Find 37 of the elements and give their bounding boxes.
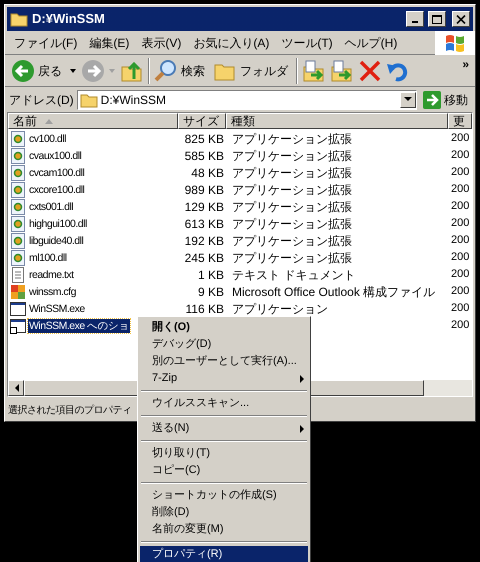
size-cell-text: 613 KB <box>184 216 225 232</box>
type-cell-text: アプリケーション拡張 <box>231 148 353 164</box>
date-cell-text: 200 <box>450 199 470 214</box>
window-title: D:¥WinSSM <box>32 10 106 28</box>
date-cell-text: 200 <box>450 250 470 266</box>
size-cell-text: 192 KB <box>184 232 225 250</box>
type-cell-text: アプリケーション拡張 <box>231 216 353 232</box>
date-cell-text: 200 <box>450 284 470 300</box>
size-cell-text: 989 KB <box>184 182 225 198</box>
type-cell-text: アプリケーション拡張 <box>231 164 353 182</box>
date-cell-text: 200 <box>450 233 470 248</box>
date-cell-text: 200 <box>450 301 470 316</box>
type-cell-text: アプリケーション拡張 <box>231 198 353 216</box>
type-cell-text: Microsoft Office Outlook 構成ファイル <box>231 284 436 300</box>
type-cell-text: アプリケーション <box>231 300 329 318</box>
size-cell-text: 129 KB <box>184 198 225 216</box>
type-cell-text: アプリケーション拡張 <box>231 182 353 198</box>
status-text: 選択された項目のプロパティ <box>8 404 132 418</box>
type-cell-text: アプリケーション拡張 <box>231 232 353 250</box>
date-cell-text: 200 <box>450 148 470 164</box>
size-cell-text: 245 KB <box>184 250 225 266</box>
size-cell-text: 825 KB <box>184 130 225 148</box>
date-cell-text: 200 <box>450 267 470 282</box>
type-cell-text: テキスト ドキュメント <box>231 266 356 284</box>
size-cell-text: 116 KB <box>184 300 225 318</box>
size-cell-text: 9 KB <box>196 284 225 300</box>
size-cell-text: 1 KB <box>196 266 225 284</box>
date-cell-text: 200 <box>450 216 470 232</box>
date-cell-text: 200 <box>450 318 470 334</box>
size-cell-text: 585 KB <box>184 148 225 164</box>
type-cell-text: アプリケーション拡張 <box>231 250 353 266</box>
date-cell-text: 200 <box>450 131 470 146</box>
size-cell-text: 48 KB <box>190 164 225 182</box>
date-cell-text: 200 <box>450 182 470 198</box>
date-cell-text: 200 <box>450 165 470 180</box>
address-label: アドレス(D) <box>9 92 74 108</box>
type-cell-text: アプリケーション拡張 <box>231 130 353 148</box>
